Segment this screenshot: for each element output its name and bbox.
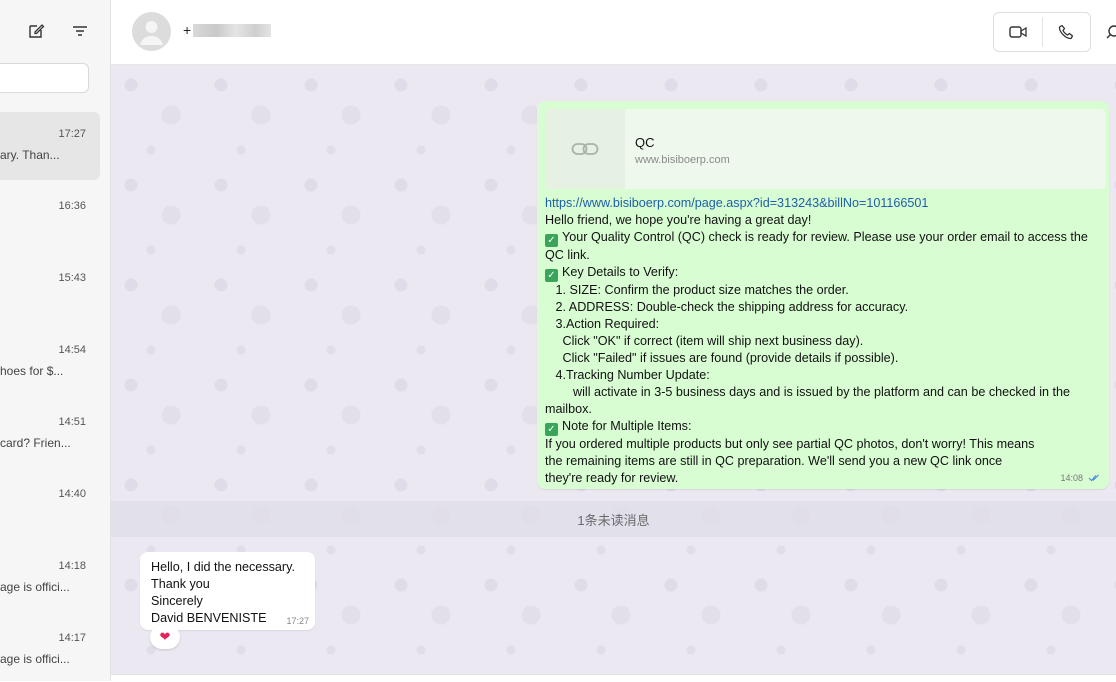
search-button[interactable] bbox=[1099, 18, 1116, 46]
check-mark-icon: ✓ bbox=[545, 234, 558, 247]
chat-preview: card? Frien... bbox=[0, 436, 71, 450]
unread-messages-divider: 1条未读消息 bbox=[111, 501, 1116, 537]
call-buttons bbox=[993, 12, 1091, 52]
message-line: David BENVENISTE bbox=[151, 611, 267, 625]
message-line: will activate in 3-5 business days and i… bbox=[545, 385, 1074, 416]
heart-reaction[interactable]: ❤ bbox=[150, 625, 180, 649]
link-icon bbox=[571, 143, 599, 155]
link-preview-card[interactable]: QC www.bisiboerp.com bbox=[545, 109, 1106, 189]
message-line: If you ordered multiple products but onl… bbox=[545, 437, 1038, 485]
chat-list-item[interactable]: 17:27 ary. Than... bbox=[0, 112, 100, 180]
message-line: Key Details to Verify: bbox=[562, 265, 679, 279]
message-time: 14:08 bbox=[1060, 473, 1083, 483]
video-call-icon bbox=[1009, 26, 1027, 38]
compose-icon[interactable] bbox=[22, 17, 50, 45]
message-body: Hello, I did the necessary. Thank you Si… bbox=[151, 559, 295, 627]
chat-time: 15:43 bbox=[58, 272, 86, 284]
message-line: 2. ADDRESS: Double-check the shipping ad… bbox=[545, 300, 909, 314]
message-meta: 14:08 bbox=[1060, 473, 1101, 483]
search-input[interactable] bbox=[0, 63, 89, 93]
chat-time: 14:40 bbox=[58, 488, 86, 500]
link-domain: www.bisiboerp.com bbox=[635, 154, 730, 166]
message-line: Thank you bbox=[151, 577, 210, 591]
chat-time: 17:27 bbox=[58, 128, 86, 140]
phone-call-icon bbox=[1059, 24, 1074, 40]
unread-label: 1条未读消息 bbox=[577, 512, 650, 528]
message-line: Hello, I did the necessary. bbox=[151, 560, 295, 574]
message-pane[interactable]: QC www.bisiboerp.com https://www.bisiboe… bbox=[111, 65, 1116, 681]
contact-number-prefix: + bbox=[183, 22, 192, 38]
chat-time: 14:51 bbox=[58, 416, 86, 428]
incoming-message[interactable]: Hello, I did the necessary. Thank you Si… bbox=[140, 552, 315, 630]
chat-list-item[interactable]: 14:40 bbox=[0, 472, 100, 540]
message-line: 4.Tracking Number Update: bbox=[545, 368, 710, 382]
redacted-number bbox=[193, 23, 272, 37]
message-line: Hello friend, we hope you're having a gr… bbox=[545, 213, 812, 227]
avatar[interactable] bbox=[132, 12, 171, 51]
chat-preview: ary. Than... bbox=[0, 148, 60, 162]
message-line: 1. SIZE: Confirm the product size matche… bbox=[545, 283, 849, 297]
chat-list-sidebar: 17:27 ary. Than... 16:36 15:43 14:54 hoe… bbox=[0, 0, 111, 681]
chat-time: 16:36 bbox=[58, 200, 86, 212]
conversation-header: + bbox=[111, 0, 1116, 65]
message-line: Click "Failed" if issues are found (prov… bbox=[545, 351, 899, 365]
check-mark-icon: ✓ bbox=[545, 269, 558, 282]
chat-list-item[interactable]: 14:51 card? Frien... bbox=[0, 400, 100, 468]
message-line: 3.Action Required: bbox=[545, 317, 660, 331]
heart-icon: ❤ bbox=[159, 629, 171, 644]
chat-list-item[interactable]: 15:43 bbox=[0, 256, 100, 324]
outgoing-message[interactable]: QC www.bisiboerp.com https://www.bisiboe… bbox=[537, 101, 1109, 489]
filter-icon[interactable] bbox=[66, 17, 94, 45]
message-line: Note for Multiple Items: bbox=[562, 419, 692, 433]
chat-time: 14:54 bbox=[58, 344, 86, 356]
contact-name[interactable]: + bbox=[183, 22, 272, 38]
chat-time: 14:17 bbox=[58, 632, 86, 644]
chat-list-item[interactable]: 14:18 age is offici... bbox=[0, 544, 100, 612]
link-thumbnail bbox=[545, 109, 625, 189]
message-time: 17:27 bbox=[286, 616, 309, 626]
chat-preview: age is offici... bbox=[0, 652, 70, 666]
chat-preview: age is offici... bbox=[0, 580, 70, 594]
chat-preview: hoes for $... bbox=[0, 364, 64, 378]
chat-list-item[interactable]: 14:54 hoes for $... bbox=[0, 328, 100, 396]
link-title: QC bbox=[635, 135, 655, 150]
message-body: https://www.bisiboerp.com/page.aspx?id=3… bbox=[545, 195, 1101, 487]
search-icon bbox=[1106, 25, 1116, 39]
message-line: Sincerely bbox=[151, 594, 203, 608]
voice-call-button[interactable] bbox=[1043, 13, 1091, 51]
video-call-button[interactable] bbox=[994, 13, 1042, 51]
sidebar-toolbar bbox=[0, 0, 110, 64]
message-line: Click "OK" if correct (item will ship ne… bbox=[545, 334, 864, 348]
double-check-icon bbox=[1088, 474, 1099, 482]
message-line: Your Quality Control (QC) check is ready… bbox=[545, 230, 1092, 262]
message-link[interactable]: https://www.bisiboerp.com/page.aspx?id=3… bbox=[545, 196, 928, 210]
chat-time: 14:18 bbox=[58, 560, 86, 572]
check-mark-icon: ✓ bbox=[545, 423, 558, 436]
chat-list-item[interactable]: 14:17 age is offici... bbox=[0, 616, 100, 681]
chat-list-item[interactable]: 16:36 bbox=[0, 184, 100, 252]
